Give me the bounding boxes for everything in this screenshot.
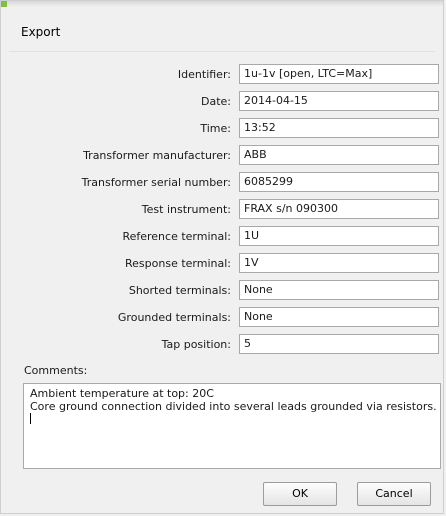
transformer-serial-row: Transformer serial number: 6085299 [1,172,445,194]
shorted-terminals-field[interactable]: None [239,280,439,300]
shorted-terminals-row: Shorted terminals: None [1,280,445,302]
grounded-terminals-row: Grounded terminals: None [1,307,445,329]
dialog-title: Export [21,25,61,39]
title-bar-strip [1,1,443,7]
transformer-manufacturer-field[interactable]: ABB [239,145,439,165]
date-field[interactable]: 2014-04-15 [239,91,439,111]
shorted-terminals-label: Shorted terminals: [128,284,231,297]
response-terminal-label: Response terminal: [125,257,231,270]
date-label: Date: [201,95,231,108]
reference-terminal-field[interactable]: 1U [239,226,439,246]
test-instrument-label: Test instrument: [141,203,231,216]
comment-line: Core ground connection divided into seve… [30,400,437,413]
grounded-terminals-field[interactable]: None [239,307,439,327]
transformer-serial-label: Transformer serial number: [81,176,231,189]
grounded-terminals-label: Grounded terminals: [117,311,231,324]
reference-terminal-label: Reference terminal: [122,230,231,243]
export-dialog: Export Identifier: 1u-1v [open, LTC=Max]… [0,0,444,514]
tap-position-label: Tap position: [161,338,231,351]
time-label: Time: [200,122,231,135]
tap-position-row: Tap position: 5 [1,334,445,356]
window-accent-icon [1,1,7,7]
tap-position-field[interactable]: 5 [239,334,439,354]
transformer-serial-field[interactable]: 6085299 [239,172,439,192]
title-divider [9,51,435,52]
ok-button[interactable]: OK [263,482,337,506]
text-caret [30,413,434,427]
date-row: Date: 2014-04-15 [1,91,445,113]
comments-textarea[interactable]: Ambient temperature at top: 20C Core gro… [23,383,441,469]
test-instrument-row: Test instrument: FRAX s/n 090300 [1,199,445,221]
test-instrument-field[interactable]: FRAX s/n 090300 [239,199,439,219]
comment-line: Ambient temperature at top: 20C [30,387,214,400]
comments-label: Comments: [24,364,88,377]
response-terminal-field[interactable]: 1V [239,253,439,273]
time-row: Time: 13:52 [1,118,445,140]
time-field[interactable]: 13:52 [239,118,439,138]
reference-terminal-row: Reference terminal: 1U [1,226,445,248]
identifier-field[interactable]: 1u-1v [open, LTC=Max] [239,64,439,84]
identifier-label: Identifier: [177,68,231,81]
identifier-row: Identifier: 1u-1v [open, LTC=Max] [1,64,445,86]
response-terminal-row: Response terminal: 1V [1,253,445,275]
cancel-button[interactable]: Cancel [357,482,431,506]
transformer-manufacturer-label: Transformer manufacturer: [83,149,231,162]
transformer-manufacturer-row: Transformer manufacturer: ABB [1,145,445,167]
